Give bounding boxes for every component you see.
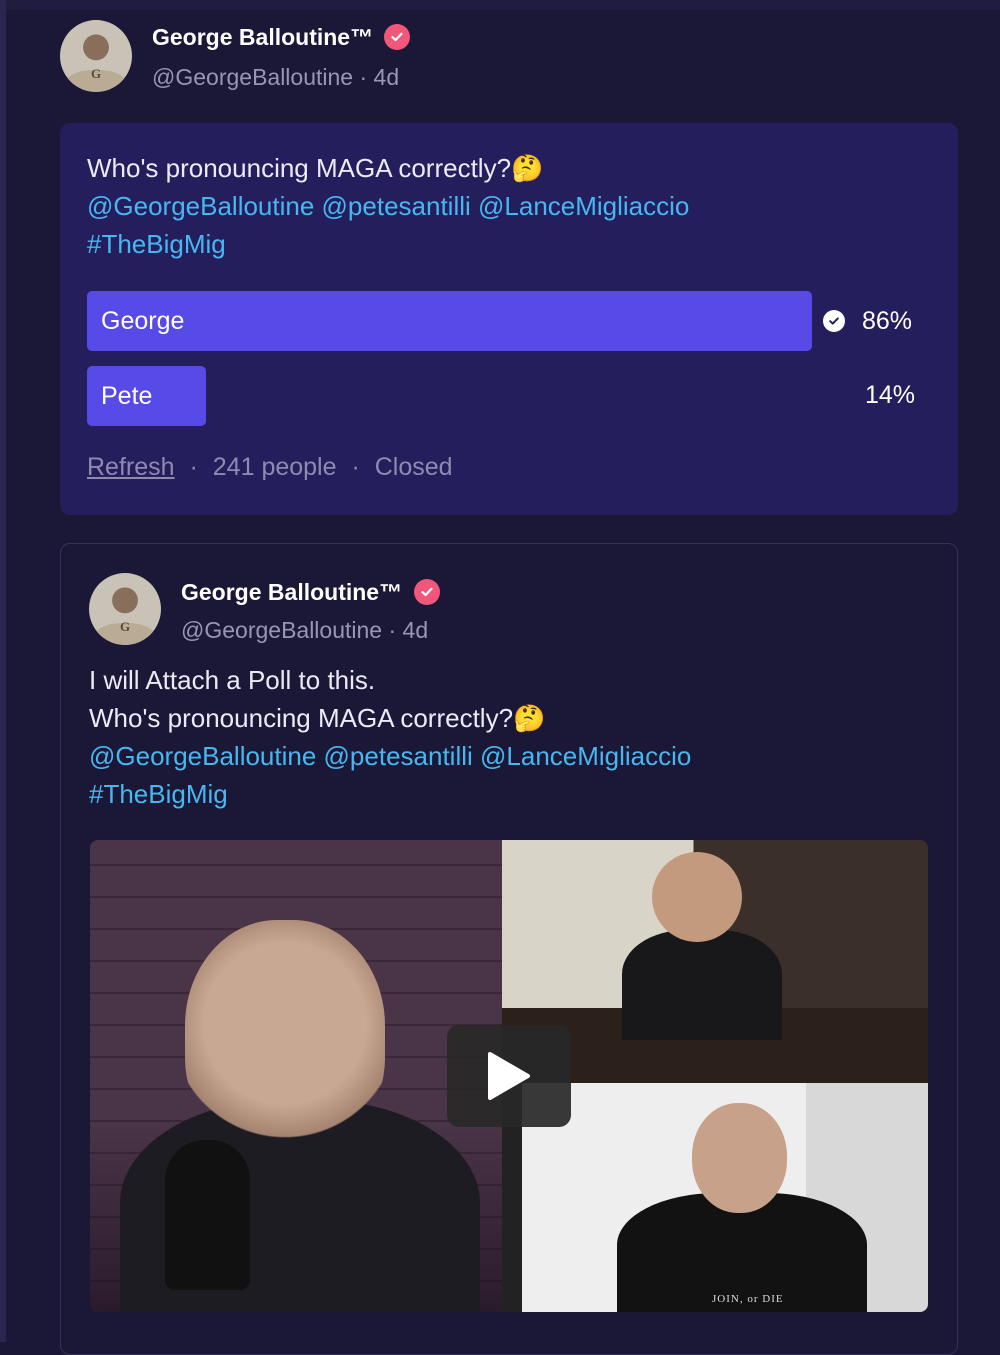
top-edge (6, 0, 1000, 10)
author-name[interactable]: George Balloutine™ (181, 579, 402, 606)
footer-separator: · (351, 453, 360, 481)
person-head (185, 920, 385, 1150)
poll-option-percent: 14% (865, 381, 916, 409)
author-handle[interactable]: @GeorgeBalloutine (181, 617, 382, 643)
person-head (692, 1103, 787, 1213)
poll-option-pete[interactable]: Pete (87, 366, 206, 426)
poll-option-label: George (101, 307, 185, 335)
poll-option-george[interactable]: George (87, 291, 812, 351)
refresh-link[interactable]: Refresh (87, 453, 175, 481)
author-avatar[interactable]: G (60, 20, 132, 92)
poll-text: Who's pronouncing MAGA correctly?🤔 @Geor… (87, 149, 937, 263)
avatar-logo-text: G (90, 65, 102, 81)
quoted-post-mentions[interactable]: @GeorgeBalloutine @petesantilli @LanceMi… (89, 737, 939, 775)
author-handle-line: @GeorgeBalloutine · 4d (181, 617, 428, 644)
quoted-post-text: I will Attach a Poll to this. Who's pron… (89, 661, 939, 813)
poll-hashtag[interactable]: #TheBigMig (87, 225, 937, 263)
poll-option-label: Pete (101, 382, 153, 410)
poll-option-percent: 86% (862, 307, 913, 335)
poll-mentions[interactable]: @GeorgeBalloutine @petesantilli @LanceMi… (87, 187, 937, 225)
video-pane-left (90, 840, 502, 1312)
verified-badge-icon (384, 24, 410, 50)
footer-separator: · (189, 453, 198, 481)
check-circle-icon (823, 310, 845, 332)
author-handle-line: @GeorgeBalloutine · 4d (152, 64, 399, 91)
author-name[interactable]: George Balloutine™ (152, 24, 373, 51)
play-button[interactable] (447, 1025, 571, 1127)
quoted-post-line: I will Attach a Poll to this. (89, 665, 376, 695)
person-head (652, 852, 742, 942)
quoted-post-question: Who's pronouncing MAGA correctly?🤔 (89, 703, 546, 733)
poll-vote-count: 241 people (212, 453, 337, 481)
person-body (622, 930, 782, 1040)
author-avatar[interactable]: G (89, 573, 161, 645)
quoted-post-hashtag[interactable]: #TheBigMig (89, 775, 939, 813)
poll-question: Who's pronouncing MAGA correctly?🤔 (87, 153, 544, 183)
microphone (165, 1140, 250, 1290)
author-handle[interactable]: @GeorgeBalloutine (152, 64, 353, 90)
poll-footer: Refresh · 241 people · Closed (87, 453, 453, 482)
quoted-post-card[interactable]: G George Balloutine™ @GeorgeBalloutine ·… (60, 543, 958, 1355)
video-pane-bottom-right: JOIN, or DIE (522, 1083, 928, 1312)
play-icon (488, 1052, 530, 1100)
post-time: · 4d (388, 617, 429, 643)
verified-badge-icon (414, 579, 440, 605)
post-time: · 4d (359, 64, 400, 90)
left-rail (0, 0, 6, 1342)
poll-card: Who's pronouncing MAGA correctly?🤔 @Geor… (60, 123, 958, 515)
poll-status: Closed (374, 453, 453, 481)
video-player[interactable]: JOIN, or DIE (90, 840, 928, 1312)
shirt-text: JOIN, or DIE (712, 1293, 784, 1305)
avatar-logo-text: G (119, 618, 131, 634)
